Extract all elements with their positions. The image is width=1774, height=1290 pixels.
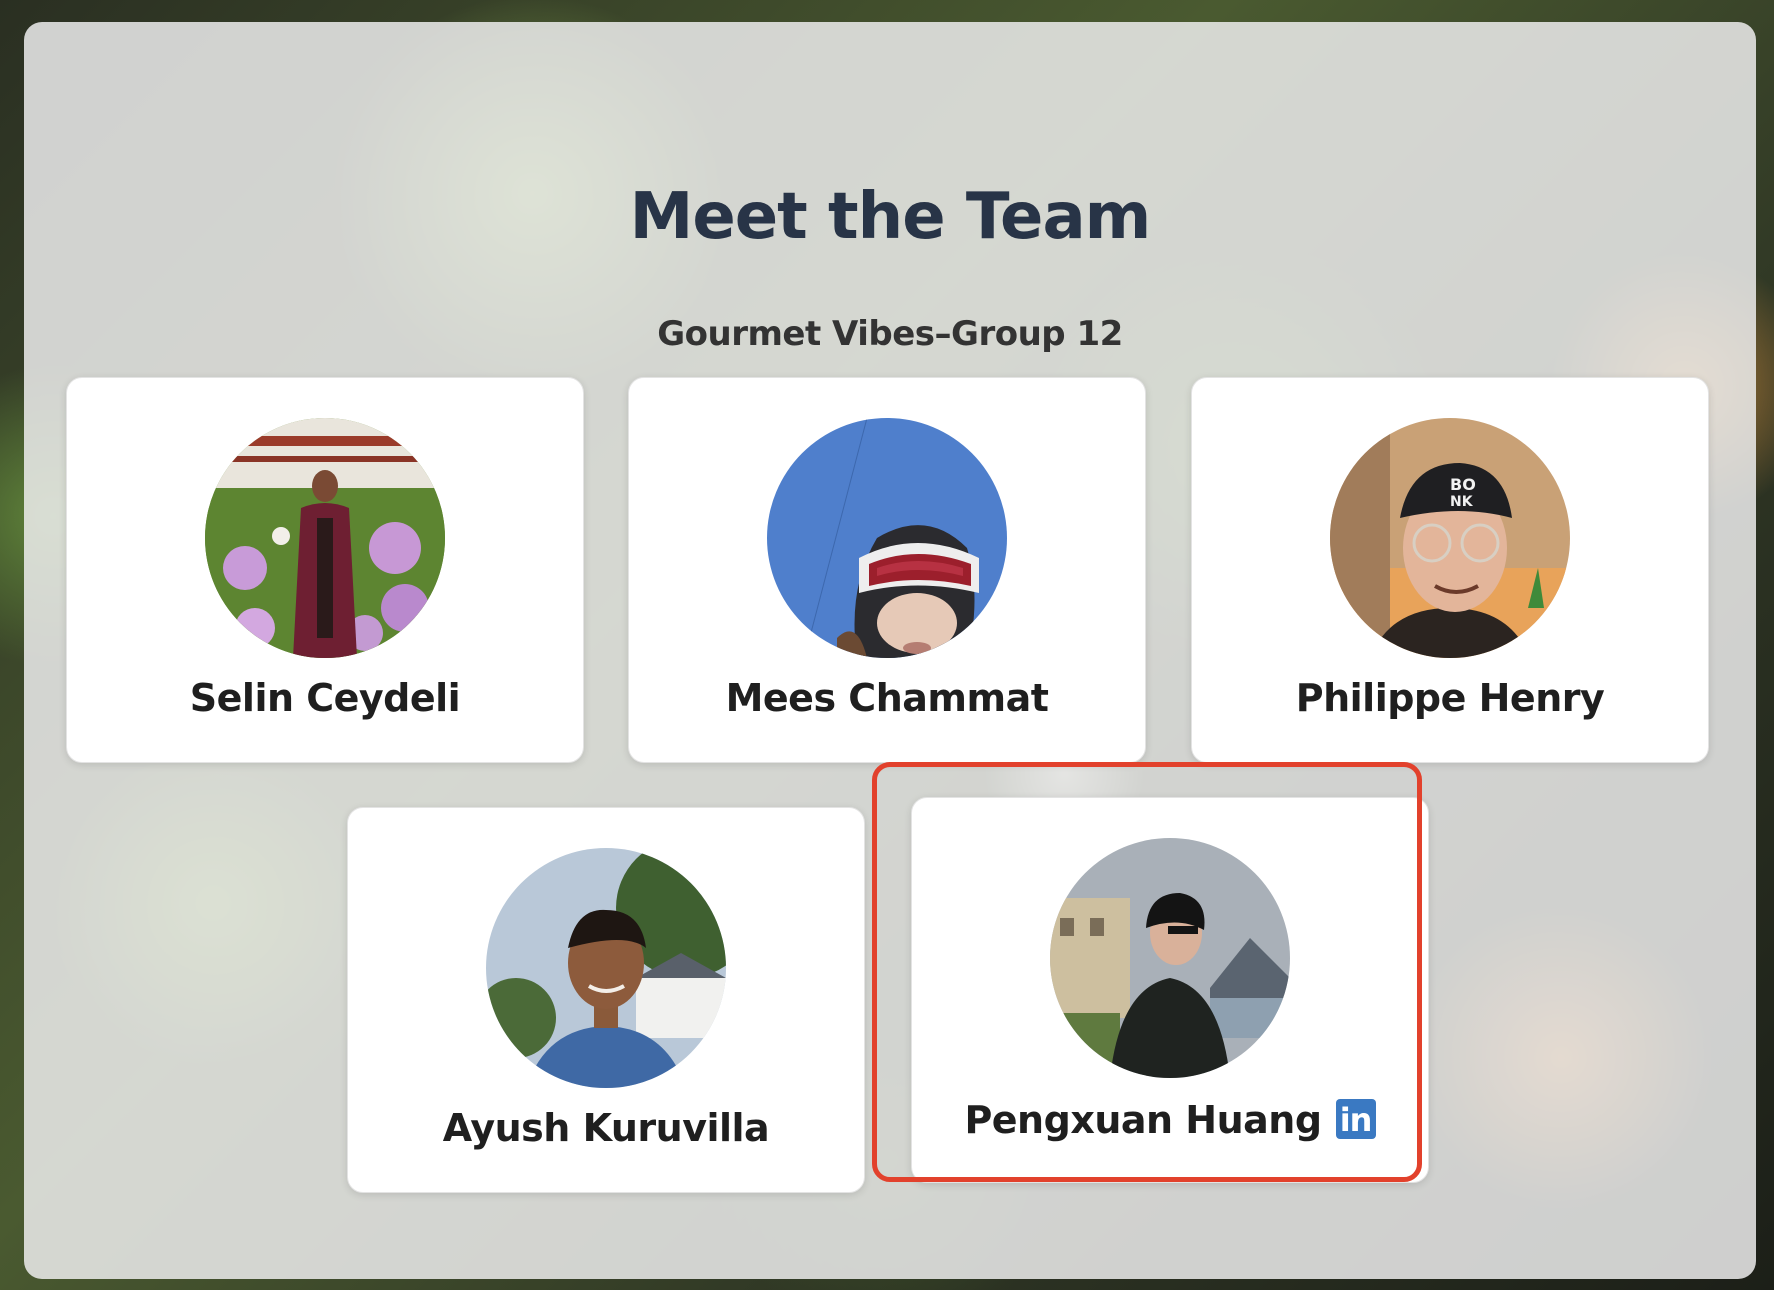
page-title: Meet the Team [629, 180, 1152, 254]
profile-photo [486, 848, 726, 1088]
avatar [205, 418, 445, 658]
avatar [486, 848, 726, 1088]
svg-text:BO: BO [1450, 475, 1476, 494]
team-card-philippe-henry: BO NK Philippe Henry [1191, 377, 1709, 763]
avatar [767, 418, 1007, 658]
member-name: Philippe Henry [1295, 676, 1605, 720]
team-card-mees-chammat: Mees Chammat [628, 377, 1146, 763]
avatar: BO NK [1330, 418, 1570, 658]
team-card-selin-ceydeli: Selin Ceydeli [66, 377, 584, 763]
member-name: Selin Ceydeli [189, 676, 461, 720]
team-card-ayush-kuruvilla: Ayush Kuruvilla [347, 807, 865, 1193]
page-subtitle: Gourmet Vibes–Group 12 [657, 314, 1123, 354]
svg-text:NK: NK [1450, 494, 1474, 510]
selection-highlight [872, 762, 1422, 1182]
member-name: Mees Chammat [725, 676, 1049, 720]
member-name: Ayush Kuruvilla [442, 1106, 770, 1150]
profile-photo [205, 418, 445, 658]
profile-photo: BO NK [1330, 418, 1570, 658]
profile-photo [767, 418, 1007, 658]
